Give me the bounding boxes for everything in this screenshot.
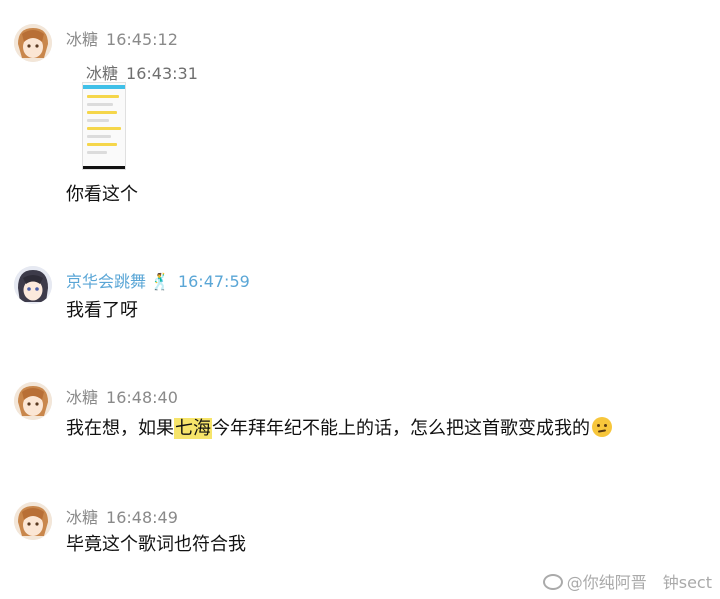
- message-time: 16:48:40: [106, 388, 178, 407]
- watermark-text: @你纯阿晋 钟sect: [566, 573, 712, 592]
- message-time: 16:45:12: [106, 30, 178, 49]
- avatar-bingtang[interactable]: [14, 382, 52, 420]
- avatar-bingtang[interactable]: [14, 502, 52, 540]
- message-header: 冰糖 16:48:49: [66, 504, 178, 528]
- message-text: 你看这个: [66, 184, 138, 205]
- message-text-post: 今年拜年纪不能上的话，怎么把这首歌变成我的: [212, 418, 590, 439]
- sender-name[interactable]: 冰糖: [66, 508, 98, 527]
- message-header: 冰糖 16:48:40: [66, 384, 178, 408]
- watermark: @你纯阿晋 钟sect: [542, 569, 712, 593]
- message-text: 毕竟这个歌词也符合我: [66, 534, 246, 555]
- avatar-jinghua[interactable]: [14, 266, 52, 304]
- message-time: 16:47:59: [177, 272, 250, 291]
- message-text: 我在想，如果七海今年拜年纪不能上的话，怎么把这首歌变成我的: [66, 414, 612, 440]
- message-header: 冰糖 16:45:12: [66, 26, 178, 50]
- dancer-emoji-icon: 🕺: [150, 272, 170, 291]
- weibo-icon: [542, 574, 563, 590]
- sender-name[interactable]: 京华会跳舞: [66, 272, 146, 291]
- message-text-pre: 我在想，如果: [66, 418, 174, 439]
- thinking-face-icon: [592, 417, 612, 437]
- quoted-header: 冰糖 16:43:31: [86, 60, 198, 84]
- message-text: 我看了呀: [66, 300, 138, 321]
- sender-name[interactable]: 冰糖: [66, 388, 98, 407]
- screenshot-thumbnail[interactable]: [82, 82, 126, 170]
- quoted-time: 16:43:31: [126, 64, 198, 83]
- message-header: 京华会跳舞 🕺 16:47:59: [66, 268, 250, 292]
- sender-name[interactable]: 冰糖: [66, 30, 98, 49]
- highlighted-text: 七海: [174, 418, 212, 439]
- quoted-sender-name: 冰糖: [86, 64, 119, 83]
- avatar-bingtang[interactable]: [14, 24, 52, 62]
- message-time: 16:48:49: [106, 508, 178, 527]
